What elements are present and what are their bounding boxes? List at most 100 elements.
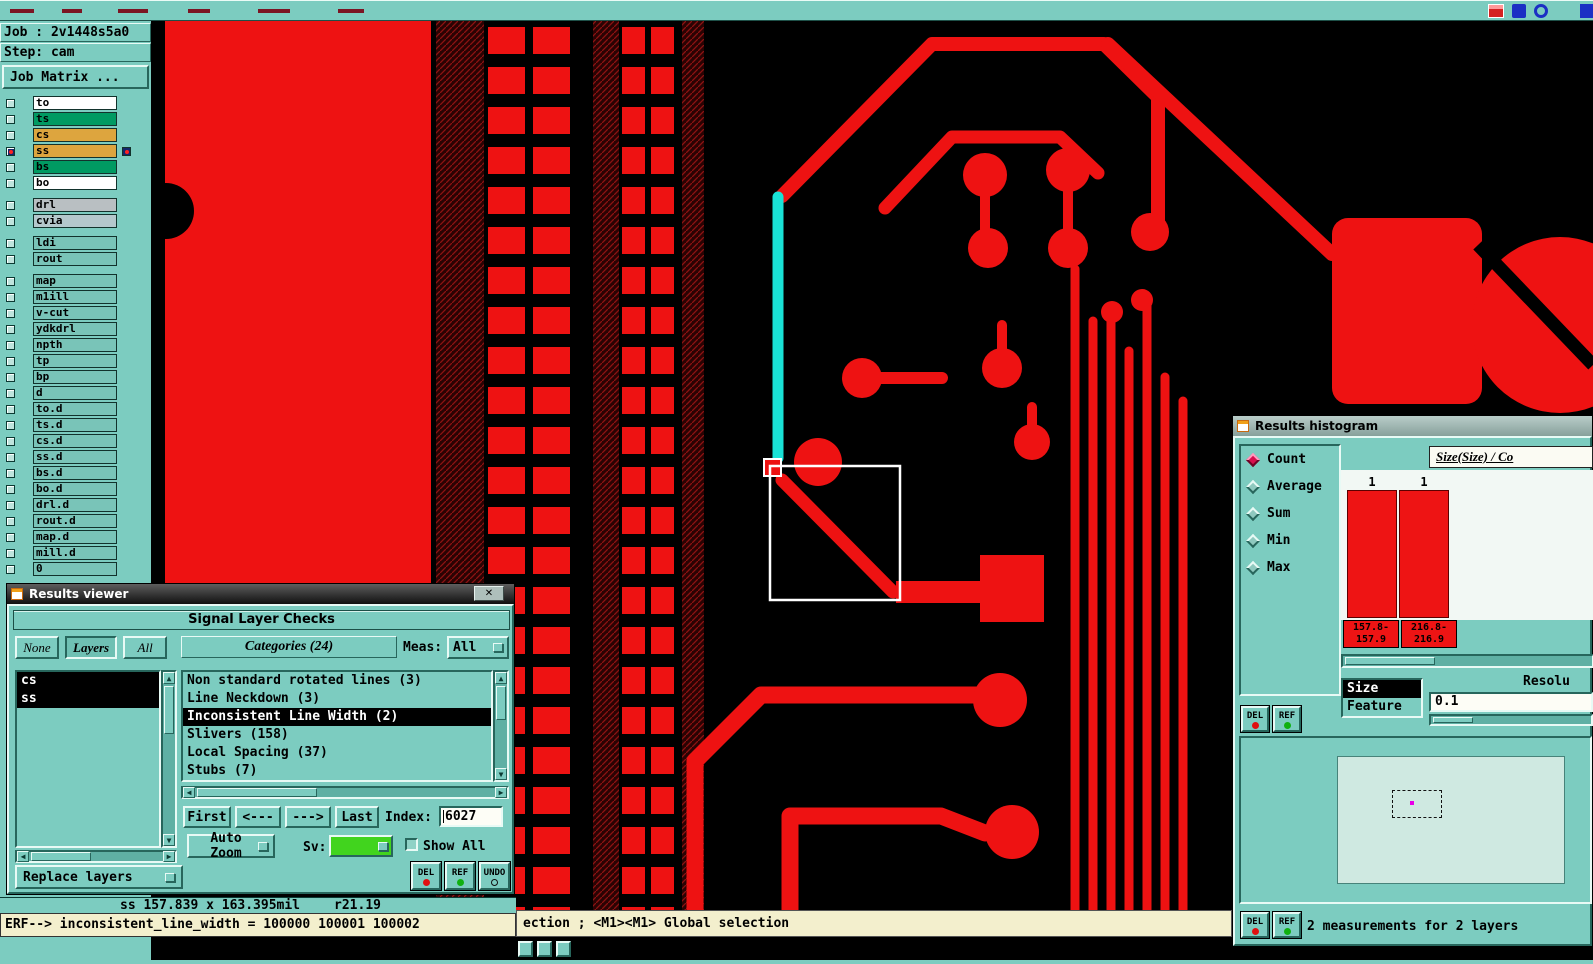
layer-visibility-checkbox[interactable]: [6, 130, 15, 140]
layer-visibility-checkbox[interactable]: [6, 114, 15, 124]
results-viewer-titlebar[interactable]: Results viewer ✕: [7, 584, 514, 604]
scroll-right-icon[interactable]: ▶: [163, 851, 175, 862]
layer-visibility-checkbox[interactable]: [6, 340, 15, 350]
layer-visibility-checkbox[interactable]: [6, 356, 15, 366]
sv-color-dropdown[interactable]: [329, 835, 393, 857]
stat-option[interactable]: Average: [1241, 473, 1339, 500]
layer-visibility-checkbox[interactable]: [6, 178, 15, 188]
layer-row[interactable]: bs: [0, 159, 152, 175]
layer-visibility-checkbox[interactable]: [6, 500, 15, 510]
resolution-hscrollbar[interactable]: [1429, 714, 1593, 726]
category-item[interactable]: Local Spacing (37): [183, 744, 491, 762]
scope-button[interactable]: All: [123, 636, 168, 659]
layer-row[interactable]: bo.d: [0, 481, 152, 497]
layer-visibility-checkbox[interactable]: [6, 324, 15, 334]
category-item[interactable]: Non standard rotated lines (3): [183, 672, 491, 690]
category-item[interactable]: Inconsistent Line Width (2): [183, 708, 491, 726]
layer-visibility-checkbox[interactable]: [6, 516, 15, 526]
layers-vscrollbar[interactable]: ▲ ▼: [161, 670, 177, 848]
scroll-left-icon[interactable]: ◀: [17, 851, 29, 862]
mini-toolbar-button[interactable]: [518, 941, 533, 957]
next-button[interactable]: --->: [285, 806, 331, 828]
layer-visibility-checkbox[interactable]: [6, 216, 15, 226]
feature-mode-item[interactable]: Feature: [1343, 698, 1421, 716]
feature-mode-item[interactable]: Size: [1343, 680, 1421, 698]
top-menubar[interactable]: [0, 0, 1593, 21]
scrollbar-slider[interactable]: [31, 852, 91, 861]
last-button[interactable]: Last: [335, 806, 379, 828]
layer-row[interactable]: v-cut: [0, 305, 152, 321]
histogram-hscrollbar[interactable]: [1341, 654, 1593, 668]
reference-button[interactable]: REF: [1272, 911, 1302, 939]
category-item[interactable]: Line Neckdown (3): [183, 690, 491, 708]
replace-layers-dropdown[interactable]: Replace layers: [15, 865, 183, 889]
scroll-up-icon[interactable]: ▲: [163, 672, 175, 684]
layer-row[interactable]: ss: [0, 143, 152, 159]
layer-row[interactable]: mill.d: [0, 545, 152, 561]
meas-dropdown[interactable]: All: [447, 636, 509, 659]
layer-row[interactable]: bp: [0, 369, 152, 385]
layer-visibility-checkbox[interactable]: [6, 292, 15, 302]
delete-measure-button[interactable]: DEL: [1240, 705, 1270, 733]
layers-hscrollbar[interactable]: ◀ ▶: [15, 850, 177, 863]
scroll-left-icon[interactable]: ◀: [183, 787, 195, 798]
stat-selector[interactable]: Count Average Sum Min Max: [1239, 444, 1341, 696]
layer-row[interactable]: ts.d: [0, 417, 152, 433]
layer-visibility-checkbox[interactable]: [6, 308, 15, 318]
layer-row[interactable]: drl: [0, 197, 152, 213]
scroll-down-icon[interactable]: ▼: [495, 768, 507, 780]
scrollbar-slider[interactable]: [1345, 657, 1435, 665]
scroll-down-icon[interactable]: ▼: [163, 834, 175, 846]
scope-button[interactable]: None: [15, 636, 59, 659]
toolbar-icon-clipped[interactable]: [1580, 4, 1593, 18]
scrollbar-slider[interactable]: [197, 788, 317, 797]
close-button[interactable]: ✕: [474, 586, 504, 601]
mini-toolbar-button[interactable]: [537, 941, 552, 957]
layer-visibility-checkbox[interactable]: [6, 254, 15, 264]
result-layer-item[interactable]: cs: [17, 672, 159, 690]
undo-button[interactable]: UNDO: [478, 861, 511, 891]
layer-visibility-checkbox[interactable]: [6, 484, 15, 494]
overview-pane[interactable]: [1239, 736, 1592, 904]
layer-visibility-checkbox[interactable]: [6, 98, 15, 108]
layer-row[interactable]: drl.d: [0, 497, 152, 513]
job-matrix-button[interactable]: Job Matrix ...: [2, 65, 149, 89]
layer-visibility-checkbox[interactable]: [6, 564, 15, 574]
layer-row[interactable]: rout.d: [0, 513, 152, 529]
layer-visibility-checkbox[interactable]: [6, 404, 15, 414]
auto-zoom-dropdown[interactable]: Auto Zoom: [187, 831, 275, 861]
layer-visibility-checkbox[interactable]: [6, 468, 15, 478]
layer-row[interactable]: d: [0, 385, 152, 401]
stat-option[interactable]: Max: [1241, 554, 1339, 581]
layer-row[interactable]: 0: [0, 561, 152, 577]
result-layers-list[interactable]: cs ss: [15, 670, 161, 848]
scroll-up-icon[interactable]: ▲: [495, 672, 507, 684]
reference-button[interactable]: REF: [444, 861, 476, 891]
layer-row[interactable]: cs.d: [0, 433, 152, 449]
layer-visibility-checkbox[interactable]: [6, 276, 15, 286]
category-item[interactable]: Slivers (158): [183, 726, 491, 744]
scrollbar-slider[interactable]: [496, 686, 506, 720]
layer-visibility-checkbox[interactable]: [6, 436, 15, 446]
app-icon[interactable]: [1488, 4, 1504, 18]
feature-mode-list[interactable]: Size Feature: [1341, 678, 1423, 718]
scroll-right-icon[interactable]: ▶: [495, 787, 507, 798]
first-button[interactable]: First: [183, 806, 231, 828]
layer-row[interactable]: bo: [0, 175, 152, 191]
prev-button[interactable]: <---: [235, 806, 281, 828]
layer-visibility-checkbox[interactable]: [6, 420, 15, 430]
layer-visibility-checkbox[interactable]: [6, 388, 15, 398]
layer-visibility-checkbox[interactable]: [6, 532, 15, 542]
result-layer-item[interactable]: ss: [17, 690, 159, 708]
resolution-input[interactable]: 0.1: [1429, 692, 1593, 712]
layer-row[interactable]: to: [0, 95, 152, 111]
layer-row[interactable]: rout: [0, 251, 152, 267]
layer-visibility-checkbox[interactable]: [6, 146, 15, 156]
mini-toolbar-button[interactable]: [556, 941, 571, 957]
delete-measure-button[interactable]: DEL: [1240, 911, 1270, 939]
layer-row[interactable]: tp: [0, 353, 152, 369]
stat-option[interactable]: Min: [1241, 527, 1339, 554]
layer-visibility-checkbox[interactable]: [6, 238, 15, 248]
layer-visibility-checkbox[interactable]: [6, 452, 15, 462]
scrollbar-slider[interactable]: [164, 686, 174, 734]
